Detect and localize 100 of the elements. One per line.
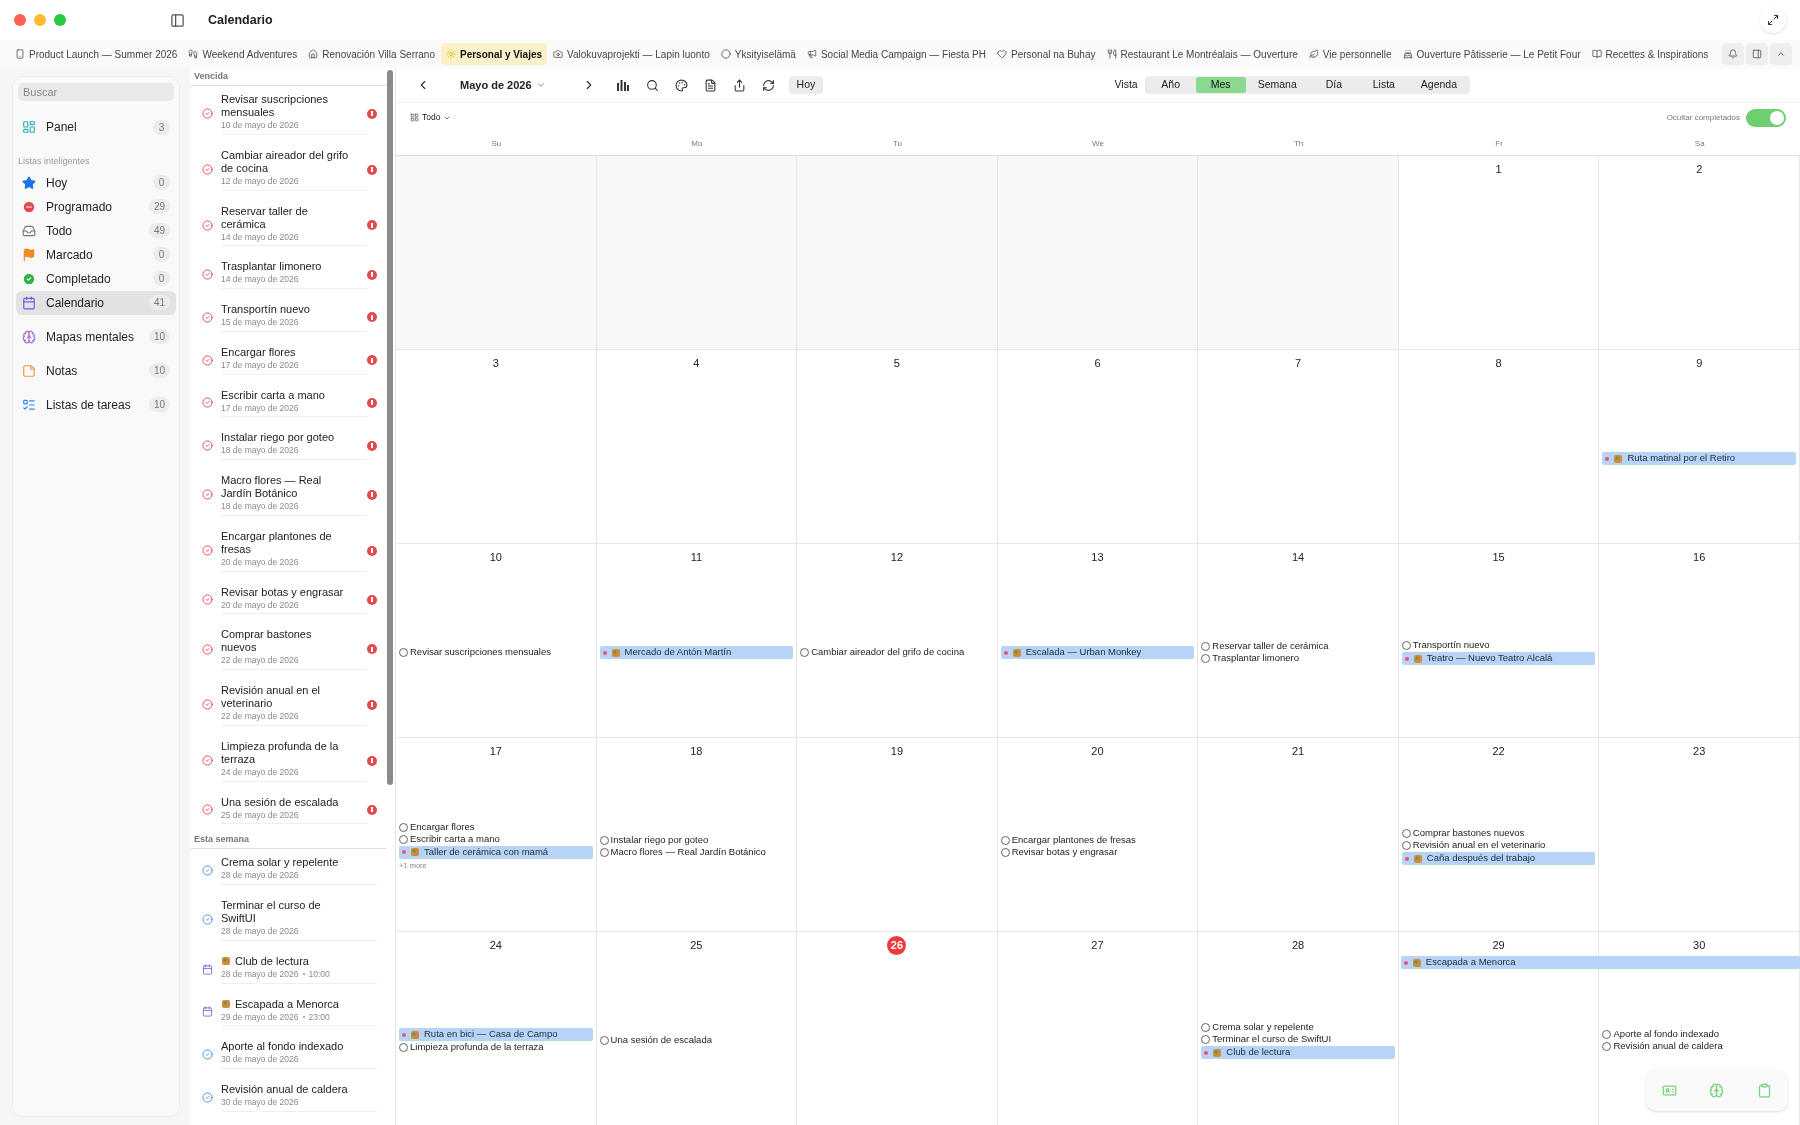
task-row[interactable]: Comprar bastones nuevos 22 de mayo de 2026 bbox=[190, 621, 387, 677]
card-icon[interactable] bbox=[1662, 1082, 1678, 1098]
event-bar[interactable]: Ruta matinal por el Retiro bbox=[1602, 452, 1796, 465]
day-cell[interactable]: 6 bbox=[997, 350, 1199, 544]
event-bar[interactable]: Escapada a Menorca bbox=[1400, 956, 1800, 969]
task-row[interactable]: Instalar riego por goteo 18 de mayo de 2026 bbox=[190, 424, 387, 467]
task-checkbox[interactable] bbox=[599, 1036, 609, 1045]
day-cell[interactable]: 20 Encargar plantones de fresas Revisar botas y engrasar bbox=[997, 738, 1199, 932]
check-circle-icon[interactable] bbox=[202, 804, 213, 816]
day-cell[interactable]: 14 Reservar taller de cerámica Trasplantar limonero bbox=[1198, 544, 1399, 738]
task-checkbox[interactable] bbox=[1602, 1030, 1612, 1039]
view-tab[interactable]: Año bbox=[1145, 77, 1196, 93]
check-circle-icon[interactable] bbox=[202, 1049, 213, 1061]
event-bar[interactable]: Ruta en bici — Casa de Campo bbox=[399, 1028, 593, 1041]
task-checkbox[interactable] bbox=[399, 822, 408, 832]
check-circle-icon[interactable] bbox=[202, 164, 213, 176]
day-cell[interactable]: 2 bbox=[1599, 156, 1800, 350]
day-cell[interactable]: 11 Mercado de Antón Martín bbox=[596, 544, 798, 738]
task-checkbox[interactable] bbox=[1000, 848, 1010, 857]
task-checkbox[interactable] bbox=[1602, 1042, 1612, 1051]
day-cell[interactable]: 23 bbox=[1599, 738, 1800, 932]
task-row[interactable]: Limpieza profunda de la terraza 24 de mayo de 2026 bbox=[190, 732, 387, 789]
brain-icon[interactable] bbox=[1709, 1082, 1725, 1098]
task-row[interactable]: Reservar taller de cerámica 14 de mayo de 2026 bbox=[190, 197, 387, 254]
task-row[interactable]: Crema solar y repelente 28 de mayo de 2026 bbox=[190, 849, 387, 892]
check-circle-icon[interactable] bbox=[202, 699, 213, 711]
project-tab[interactable]: Valokuvaprojekti — Lapin luonto bbox=[548, 43, 715, 65]
check-circle-icon[interactable] bbox=[202, 594, 213, 606]
check-circle-icon[interactable] bbox=[202, 545, 213, 557]
document-icon[interactable] bbox=[703, 78, 717, 92]
view-tab[interactable]: Día bbox=[1308, 77, 1359, 93]
notifications-button[interactable] bbox=[1722, 43, 1744, 65]
chart-icon[interactable] bbox=[615, 78, 630, 92]
event-bar[interactable]: Escalada — Urban Monkey bbox=[1000, 646, 1195, 659]
day-cell[interactable]: 15 Transportín nuevo Teatro — Nuevo Teatro Alcalá bbox=[1398, 544, 1600, 738]
task-checkbox[interactable] bbox=[399, 648, 408, 657]
check-circle-icon[interactable] bbox=[202, 108, 213, 120]
day-cell[interactable]: 28 Crema solar y repelente Terminar el curso de SwiftUI Club de lectura bbox=[1198, 932, 1399, 1125]
task-row[interactable]: Aporte al fondo indexado 30 de mayo de 2026 bbox=[190, 1033, 387, 1076]
day-cell[interactable]: 10 Revisar suscripciones mensuales bbox=[396, 544, 597, 738]
check-circle-icon[interactable] bbox=[202, 643, 213, 655]
fullscreen-button[interactable] bbox=[1760, 7, 1786, 33]
task-row[interactable]: Una sesión de escalada 25 de mayo de 2026 bbox=[190, 788, 387, 832]
sidebar-item[interactable]: Todo 49 bbox=[16, 218, 176, 243]
task-checkbox[interactable] bbox=[1401, 829, 1411, 838]
search-field[interactable]: Buscar bbox=[18, 83, 174, 101]
task-checkbox[interactable] bbox=[1201, 1023, 1211, 1032]
task-checkbox[interactable] bbox=[1201, 654, 1211, 663]
day-cell[interactable]: 1 bbox=[1398, 156, 1600, 350]
task-row[interactable]: Macro flores — Real Jardín Botánico 18 de mayo de 2026 bbox=[190, 467, 387, 523]
day-cell[interactable]: 8 bbox=[1398, 350, 1600, 544]
check-circle-icon[interactable] bbox=[202, 269, 213, 281]
task-row[interactable]: Transportín nuevo 15 de mayo de 2026 bbox=[190, 296, 387, 339]
check-circle-icon[interactable] bbox=[202, 219, 213, 231]
task-checkbox[interactable] bbox=[1201, 642, 1211, 651]
project-tab[interactable]: Product Launch — Summer 2026 bbox=[10, 43, 183, 65]
panel-button[interactable] bbox=[1746, 43, 1768, 65]
view-tab[interactable]: Agenda bbox=[1408, 77, 1469, 93]
sidebar-item[interactable]: Calendario 41 bbox=[16, 290, 176, 315]
event-bar[interactable]: Club de lectura bbox=[1201, 1046, 1395, 1059]
day-cell[interactable]: 21 bbox=[1198, 738, 1399, 932]
task-checkbox[interactable] bbox=[800, 648, 810, 657]
sidebar-item[interactable]: Marcado 0 bbox=[16, 242, 176, 267]
project-tab[interactable]: Social Media Campaign — Fiesta PH bbox=[801, 43, 991, 65]
search-icon[interactable] bbox=[645, 78, 659, 92]
task-row[interactable]: Trasplantar limonero 14 de mayo de 2026 bbox=[190, 253, 387, 296]
day-cell[interactable]: 24 Ruta en bici — Casa de Campo Limpieza profunda de la terraza bbox=[396, 932, 597, 1125]
check-circle-icon[interactable] bbox=[202, 865, 213, 877]
zoom-button[interactable] bbox=[54, 14, 66, 26]
day-cell[interactable]: 4 bbox=[596, 350, 798, 544]
month-picker[interactable]: Mayo de 2026 bbox=[460, 76, 546, 94]
task-row[interactable]: Revisar botas y engrasar 20 de mayo de 2026 bbox=[190, 578, 387, 622]
task-row[interactable]: Escribir carta a mano 17 de mayo de 2026 bbox=[190, 381, 387, 425]
close-button[interactable] bbox=[14, 14, 26, 26]
project-tab[interactable]: Personal na Buhay bbox=[992, 43, 1101, 65]
sidebar-item[interactable]: Hoy 0 bbox=[16, 170, 176, 195]
event-bar[interactable]: Caña después del trabajo bbox=[1401, 852, 1596, 865]
view-tab[interactable]: Lista bbox=[1358, 77, 1409, 93]
day-cell[interactable]: 16 bbox=[1599, 544, 1800, 738]
task-row[interactable]: Escapada a Menorca 29 de mayo de 2026 23:00 bbox=[190, 990, 387, 1034]
check-circle-icon[interactable] bbox=[202, 755, 213, 767]
day-cell[interactable]: 22 Comprar bastones nuevos Revisión anual en el veterinario Caña después del trabajo bbox=[1398, 738, 1600, 932]
clipboard-icon[interactable] bbox=[1756, 1082, 1772, 1098]
task-checkbox[interactable] bbox=[599, 848, 609, 857]
task-row[interactable]: Terminar el curso de SwiftUI 28 de mayo de 2026 bbox=[190, 892, 387, 948]
task-row[interactable]: Revisión anual de caldera 30 de mayo de 2026 bbox=[190, 1076, 387, 1119]
day-cell[interactable]: 12 Cambiar aireador del grifo de cocina bbox=[797, 544, 998, 738]
task-row[interactable]: Revisar suscripciones mensuales 10 de mayo de 2026 bbox=[190, 86, 387, 142]
project-tab[interactable]: Weekend Adventures bbox=[183, 43, 303, 65]
event-bar[interactable]: Teatro — Nuevo Teatro Alcalá bbox=[1401, 652, 1596, 665]
task-row[interactable]: Encargar plantones de fresas 20 de mayo de 2026 bbox=[190, 522, 387, 579]
day-cell[interactable]: 18 Instalar riego por goteo Macro flores — Real Jardín Botánico bbox=[596, 738, 798, 932]
share-icon[interactable] bbox=[732, 78, 746, 92]
day-cell[interactable]: 19 bbox=[797, 738, 998, 932]
day-cell[interactable]: 9 Ruta matinal por el Retiro bbox=[1599, 350, 1800, 544]
task-checkbox[interactable] bbox=[399, 1043, 408, 1052]
check-circle-icon[interactable] bbox=[202, 440, 213, 452]
project-tab[interactable]: Personal y Viajes bbox=[441, 43, 548, 65]
minimize-button[interactable] bbox=[34, 14, 46, 26]
view-tab[interactable]: Semana bbox=[1245, 77, 1309, 93]
